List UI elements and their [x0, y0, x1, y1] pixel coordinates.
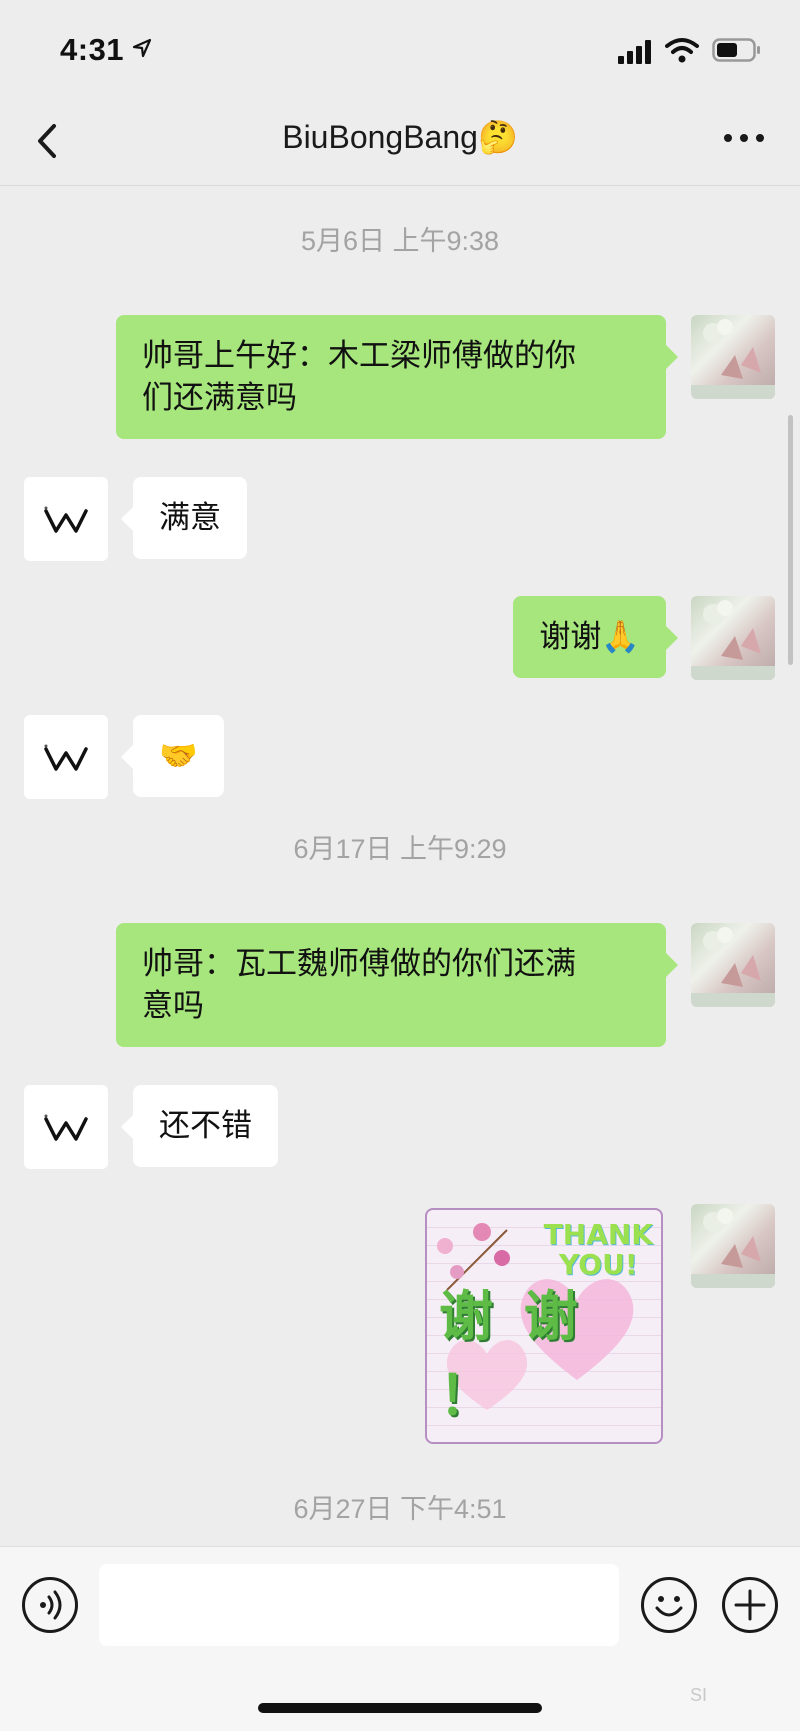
message-list[interactable]: 5月6日 上午9:38 帅哥上午好：木工梁师傅做的你 们还满意吗 满意 谢谢🙏 … — [0, 187, 800, 1546]
chat-title: BiuBongBang🤔 — [282, 119, 518, 155]
location-arrow-icon — [132, 38, 152, 58]
message-timestamp: 6月17日 上午9:29 — [293, 834, 507, 864]
wifi-icon — [665, 38, 699, 63]
message-timestamp: 6月27日 下午4:51 — [293, 1494, 507, 1524]
scrollbar[interactable] — [788, 415, 793, 665]
message-timestamp: 5月6日 上午9:38 — [300, 226, 500, 256]
message-bubble-sent[interactable]: 谢谢🙏 — [513, 596, 678, 678]
contact-w-logo-icon — [44, 506, 88, 533]
my-avatar[interactable] — [691, 596, 775, 680]
sticker-thank-text: THANK YOU! — [543, 1218, 653, 1281]
contact-avatar[interactable] — [24, 1085, 108, 1169]
cellular-signal-icon — [618, 40, 651, 64]
status-bar: 4:31 — [0, 0, 800, 96]
sticker-caption: 谢 谢 ！ — [439, 1285, 584, 1427]
my-avatar[interactable] — [691, 1204, 775, 1288]
status-time: 4:31 — [60, 32, 125, 67]
more-options-icon[interactable] — [722, 126, 766, 150]
message-bubble-received[interactable]: 🤝 — [121, 715, 224, 797]
avatar-image-icon — [691, 1208, 775, 1288]
my-avatar[interactable] — [691, 315, 775, 399]
contact-avatar[interactable] — [24, 477, 108, 561]
contact-w-logo-icon — [44, 1114, 88, 1141]
chat-header: BiuBongBang🤔 — [0, 96, 800, 186]
plus-icon — [734, 1589, 766, 1621]
voice-input-button[interactable] — [22, 1577, 78, 1633]
smiley-icon — [655, 1596, 683, 1617]
my-avatar[interactable] — [691, 923, 775, 1007]
message-bubble-received[interactable]: 还不错 — [121, 1085, 278, 1167]
thank-you-sticker[interactable]: THANK YOU! 谢 谢 ！ — [425, 1208, 663, 1444]
watermark: SI — [690, 1685, 708, 1705]
message-input[interactable] — [99, 1564, 619, 1646]
message-bubble-received[interactable]: 满意 — [121, 477, 247, 559]
message-bubble-sent[interactable]: 帅哥：瓦工魏师傅做的你们还满 意吗 — [116, 923, 678, 1047]
voice-icon — [40, 1590, 62, 1620]
emoji-button[interactable] — [641, 1577, 697, 1633]
home-indicator[interactable] — [258, 1703, 542, 1713]
avatar-image-icon — [691, 600, 775, 680]
avatar-image-icon — [691, 319, 775, 399]
contact-w-logo-icon — [44, 744, 88, 771]
battery-icon — [712, 38, 760, 62]
avatar-image-icon — [691, 927, 775, 1007]
more-functions-button[interactable] — [722, 1577, 778, 1633]
message-bubble-sent[interactable]: 帅哥上午好：木工梁师傅做的你 们还满意吗 — [116, 315, 678, 439]
contact-avatar[interactable] — [24, 715, 108, 799]
